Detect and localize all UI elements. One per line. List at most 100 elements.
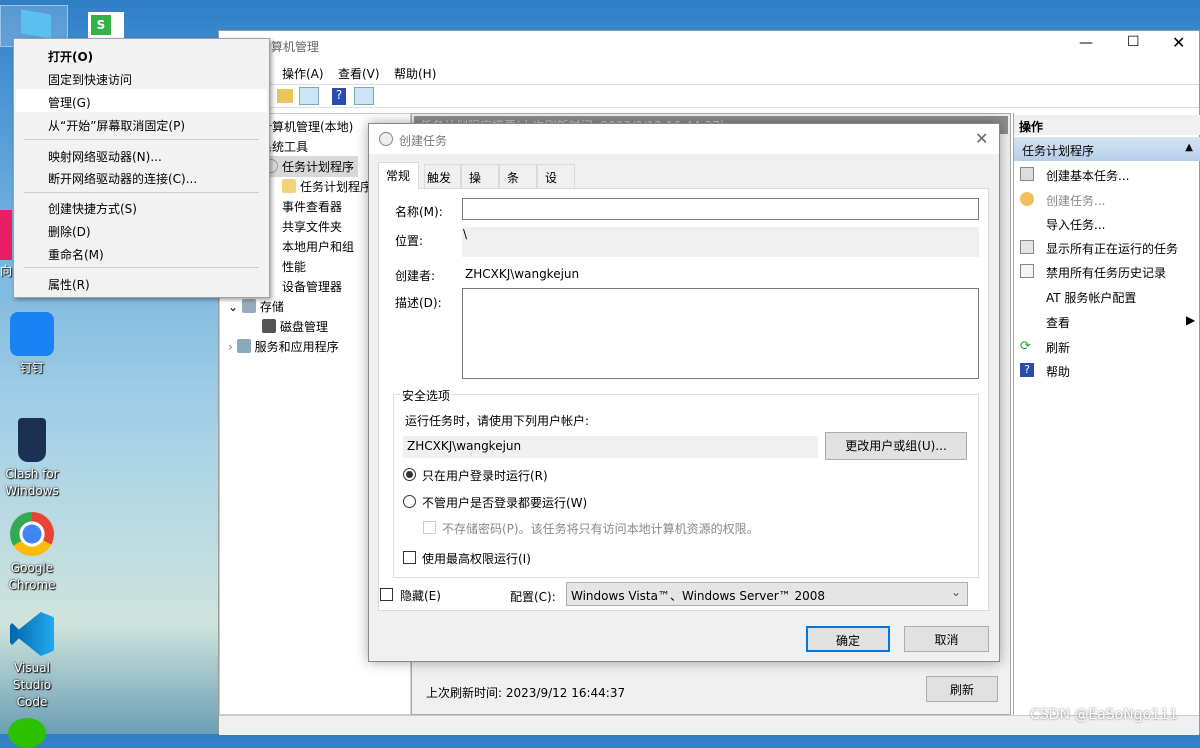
menu-item-map-drive[interactable]: 映射网络驱动器(N)... [48,148,162,165]
description-label: 描述(D): [395,296,442,310]
action-refresh[interactable]: 刷新 [1046,339,1070,356]
radio-logged-on[interactable] [403,468,416,481]
dialog-title: 创建任务 [399,134,448,148]
up-folder-icon[interactable] [277,89,293,103]
author-value: ZHCXKJ\wangkejun [465,267,580,281]
tree-item-root[interactable]: 计算机管理(本地) [260,118,353,135]
tree-item-disk-management[interactable]: 磁盘管理 [262,318,328,335]
config-select[interactable]: Windows Vista™、Windows Server™ 2008 ⌄ [566,582,968,606]
menu-item-create-shortcut[interactable]: 创建快捷方式(S) [48,200,137,217]
name-input[interactable] [462,198,979,220]
action-view[interactable]: 查看 [1046,314,1070,331]
action-disable-history[interactable]: 禁用所有任务历史记录 [1046,264,1166,281]
actions-pane: 操作 任务计划程序 ▲ 创建基本任务... 创建任务... 导入任务... 显示所… [1013,113,1200,715]
tree-item-event-viewer[interactable]: 事件查看器 [282,198,342,215]
change-user-button[interactable]: 更改用户或组(U)... [825,432,967,460]
submenu-arrow-icon: ▶ [1186,313,1196,327]
menu-item-rename[interactable]: 重命名(M) [48,246,104,263]
last-refresh-text: 上次刷新时间: 2023/9/12 16:44:37 [426,686,626,700]
tab-triggers[interactable]: 触发器 [424,164,461,202]
icon-label: Visual Studio Code [12,661,52,709]
icon-label: Clash for Windows [5,467,59,498]
vscode-icon [10,612,54,656]
action-help[interactable]: 帮助 [1046,363,1070,380]
desktop-icon-dingtalk[interactable]: 钉钉 [4,312,60,377]
show-hide-tree-icon[interactable] [299,87,319,105]
tree-item-performance[interactable]: 性能 [282,258,306,275]
collapse-up-icon[interactable]: ▲ [1185,142,1193,153]
tab-general[interactable]: 常规 [378,162,419,189]
action-import-task[interactable]: 导入任务... [1046,216,1105,233]
maximize-button[interactable]: ☐ [1127,34,1140,50]
running-tasks-icon [1020,240,1034,254]
close-button[interactable]: ✕ [1172,33,1185,52]
menu-item-open[interactable]: 打开(O) [48,48,93,65]
toolbar: ? [219,84,1199,108]
chevron-down-icon[interactable]: ⌄ [228,300,238,314]
tree-label: 磁盘管理 [280,320,329,334]
menu-help[interactable]: 帮助(H) [394,65,436,82]
radio-always-label[interactable]: 不管用户是否登录都要运行(W) [422,494,587,511]
highest-privileges-label[interactable]: 使用最高权限运行(I) [422,550,531,567]
menu-item-disconnect-drive[interactable]: 断开网络驱动器的连接(C)... [48,170,197,187]
menu-item-unpin-start[interactable]: 从“开始”屏幕取消固定(P) [48,117,185,134]
desktop-partial-label: 向日 [0,264,14,278]
create-task-icon [1020,192,1034,206]
menu-item-delete[interactable]: 删除(D) [48,223,91,240]
action-create-basic-task[interactable]: 创建基本任务... [1046,167,1129,184]
tree-item-storage[interactable]: ⌄ 存储 [228,298,284,315]
radio-always[interactable] [403,495,416,508]
dialog-close-button[interactable]: ✕ [975,129,988,148]
show-action-pane-icon[interactable] [354,87,374,105]
cancel-button[interactable]: 取消 [904,626,989,652]
tree-item-services[interactable]: › 服务和应用程序 [228,338,339,355]
wechat-icon[interactable] [8,718,46,748]
tab-settings[interactable]: 设置 [537,164,575,202]
tree-item-task-scheduler[interactable]: 任务计划程序 [260,156,359,177]
highest-privileges-checkbox[interactable] [403,551,416,564]
services-icon [236,339,251,353]
dialog-title-bar: 创建任务 ✕ [369,124,999,154]
hidden-label[interactable]: 隐藏(E) [400,587,441,604]
menu-item-manage[interactable]: 管理(G) [16,89,267,112]
general-panel: 名称(M): 位置: \ 创建者: ZHCXKJ\wangkejun 描述(D)… [378,188,989,611]
clock-icon [379,132,393,146]
desktop-partial-icon[interactable] [0,210,12,260]
tab-actions[interactable]: 操作 [461,164,499,202]
minimize-button[interactable]: — [1079,35,1093,51]
icon-label: Google Chrome [8,561,56,592]
desktop-icon-chrome[interactable]: Google Chrome [4,512,60,594]
tree-label: 存储 [259,300,284,314]
actions-section[interactable]: 任务计划程序 ▲ [1014,137,1200,161]
action-show-running[interactable]: 显示所有正在运行的任务 [1046,240,1178,257]
menu-view[interactable]: 查看(V) [338,65,380,82]
menu-item-pin-quick-access[interactable]: 固定到快速访问 [48,71,132,88]
chevron-right-icon[interactable]: › [228,340,233,354]
desktop-icon-clash[interactable]: Clash for Windows [4,418,60,500]
action-create-task[interactable]: 创建任务... [1046,192,1105,209]
icon-label: 钉钉 [19,361,44,375]
tab-conditions[interactable]: 条件 [499,164,537,202]
ok-button[interactable]: 确定 [806,626,890,652]
help-icon[interactable]: ? [332,88,346,105]
security-title: 安全选项 [400,387,453,404]
menu-action[interactable]: 操作(A) [282,65,324,82]
tree-item-device-manager[interactable]: 设备管理器 [282,278,342,295]
name-label: 名称(M): [395,205,443,219]
description-input[interactable] [462,288,979,379]
hidden-checkbox[interactable] [380,588,393,601]
refresh-icon: ⟳ [1020,339,1031,354]
author-label: 创建者: [395,269,436,283]
action-at-config[interactable]: AT 服务帐户配置 [1046,289,1136,306]
separator [24,192,259,193]
help-icon: ? [1020,363,1034,377]
refresh-button[interactable]: 刷新 [926,676,998,702]
title-bar: 计算机管理 — ☐ ✕ [219,31,1199,59]
radio-logged-on-label[interactable]: 只在用户登录时运行(R) [422,467,548,484]
config-label: 配置(C): [510,590,556,604]
tree-item-shared-folders[interactable]: 共享文件夹 [282,218,342,235]
tree-item-local-users[interactable]: 本地用户和组 [282,238,354,255]
menu-item-properties[interactable]: 属性(R) [48,276,90,293]
dingtalk-icon [10,312,54,356]
desktop-icon-vscode[interactable]: Visual Studio Code [4,612,60,711]
